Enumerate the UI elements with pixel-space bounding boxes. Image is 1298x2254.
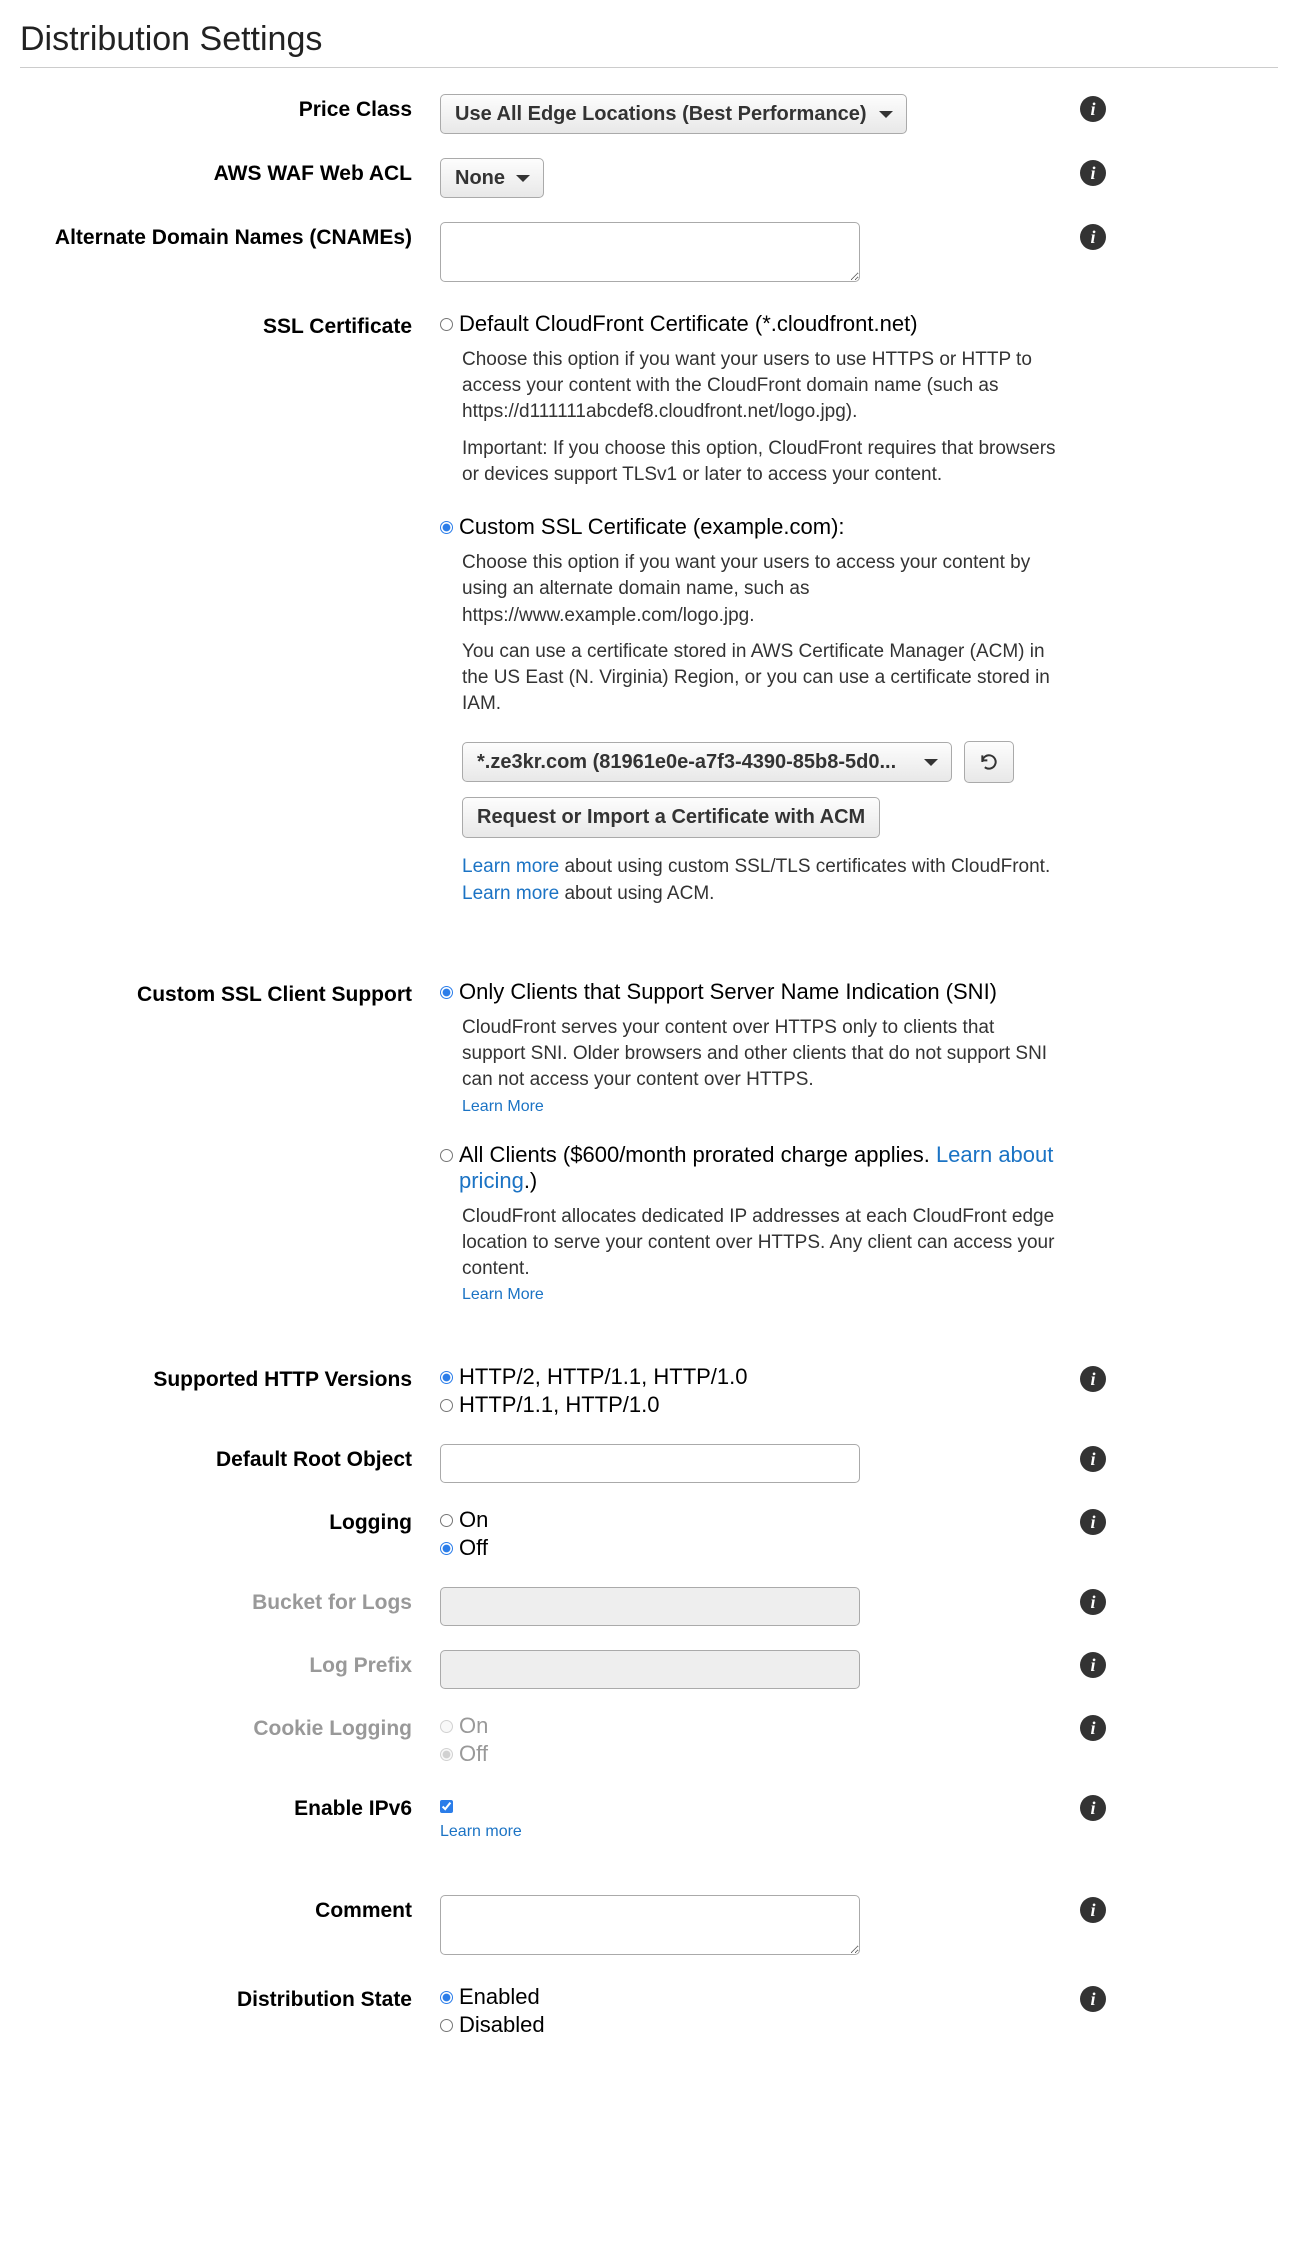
http-ver-label: Supported HTTP Versions [20, 1362, 440, 1392]
page-title: Distribution Settings [20, 20, 1278, 59]
ssl-default-help2: Important: If you choose this option, Cl… [462, 436, 1080, 488]
http11-text: HTTP/1.1, HTTP/1.0 [459, 1392, 660, 1418]
request-acm-button[interactable]: Request or Import a Certificate with ACM [462, 797, 880, 838]
info-icon[interactable] [1080, 160, 1106, 186]
sni-radio[interactable]: Only Clients that Support Server Name In… [440, 979, 1080, 1005]
http2-text: HTTP/2, HTTP/1.1, HTTP/1.0 [459, 1364, 748, 1390]
info-icon[interactable] [1080, 1715, 1106, 1741]
info-icon[interactable] [1080, 96, 1106, 122]
ipv6-checkbox[interactable] [440, 1793, 1080, 1813]
root-obj-input[interactable] [440, 1444, 860, 1483]
all-learn-link[interactable]: Learn More [462, 1286, 544, 1303]
ssl-cert-label: SSL Certificate [20, 309, 440, 339]
off-text: Off [459, 1741, 488, 1767]
ssl-client-label: Custom SSL Client Support [20, 977, 440, 1007]
ssl-default-help1: Choose this option if you want your user… [462, 347, 1080, 426]
ssl-learn2: Learn more about using ACM. [462, 881, 1080, 907]
divider [20, 67, 1278, 68]
dist-state-label: Distribution State [20, 1982, 440, 2012]
info-icon[interactable] [1080, 1589, 1106, 1615]
disabled-text: Disabled [459, 2012, 545, 2038]
info-icon[interactable] [1080, 1446, 1106, 1472]
off-text: Off [459, 1535, 488, 1561]
sni-help: CloudFront serves your content over HTTP… [462, 1015, 1080, 1094]
info-icon[interactable] [1080, 1509, 1106, 1535]
bucket-logs-label: Bucket for Logs [20, 1585, 440, 1615]
waf-select[interactable]: None [440, 158, 544, 198]
ssl-custom-text: Custom SSL Certificate (example.com): [459, 514, 845, 540]
on-text: On [459, 1713, 488, 1739]
info-icon[interactable] [1080, 1897, 1106, 1923]
ipv6-label: Enable IPv6 [20, 1791, 440, 1821]
all-help: CloudFront allocates dedicated IP addres… [462, 1204, 1080, 1283]
log-prefix-label: Log Prefix [20, 1648, 440, 1678]
enabled-text: Enabled [459, 1984, 540, 2010]
info-icon[interactable] [1080, 1986, 1106, 2012]
refresh-icon [979, 752, 999, 772]
cnames-label: Alternate Domain Names (CNAMEs) [20, 220, 440, 250]
cookie-log-label: Cookie Logging [20, 1711, 440, 1741]
logging-on-radio[interactable]: On [440, 1507, 1080, 1533]
state-enabled-radio[interactable]: Enabled [440, 1984, 1080, 2010]
sni-learn-link[interactable]: Learn More [462, 1098, 544, 1115]
info-icon[interactable] [1080, 1366, 1106, 1392]
root-obj-label: Default Root Object [20, 1442, 440, 1472]
on-text: On [459, 1507, 488, 1533]
refresh-button[interactable] [964, 741, 1014, 783]
sni-text: Only Clients that Support Server Name In… [459, 979, 997, 1005]
info-icon[interactable] [1080, 1795, 1106, 1821]
cert-select[interactable]: *.ze3kr.com (81961e0e-a7f3-4390-85b8-5d0… [462, 742, 952, 782]
cookie-off-radio: Off [440, 1741, 1080, 1767]
waf-label: AWS WAF Web ACL [20, 156, 440, 186]
cnames-input[interactable] [440, 222, 860, 282]
log-prefix-input [440, 1650, 860, 1689]
comment-label: Comment [20, 1893, 440, 1923]
learn-more-link[interactable]: Learn more [462, 856, 559, 877]
http11-radio[interactable]: HTTP/1.1, HTTP/1.0 [440, 1392, 1080, 1418]
all-clients-text: All Clients ($600/month prorated charge … [459, 1142, 1080, 1194]
http2-radio[interactable]: HTTP/2, HTTP/1.1, HTTP/1.0 [440, 1364, 1080, 1390]
ssl-default-radio[interactable]: Default CloudFront Certificate (*.cloudf… [440, 311, 1080, 337]
learn-more-link[interactable]: Learn more [462, 883, 559, 904]
logging-label: Logging [20, 1505, 440, 1535]
logging-off-radio[interactable]: Off [440, 1535, 1080, 1561]
state-disabled-radio[interactable]: Disabled [440, 2012, 1080, 2038]
ssl-custom-help2: You can use a certificate stored in AWS … [462, 639, 1080, 718]
all-clients-radio[interactable]: All Clients ($600/month prorated charge … [440, 1142, 1080, 1194]
info-icon[interactable] [1080, 224, 1106, 250]
cookie-on-radio: On [440, 1713, 1080, 1739]
ssl-learn1: Learn more about using custom SSL/TLS ce… [462, 854, 1080, 880]
comment-input[interactable] [440, 1895, 860, 1955]
ssl-custom-help1: Choose this option if you want your user… [462, 550, 1080, 629]
ssl-custom-radio[interactable]: Custom SSL Certificate (example.com): [440, 514, 1080, 540]
info-icon[interactable] [1080, 1652, 1106, 1678]
price-class-label: Price Class [20, 92, 440, 122]
price-class-select[interactable]: Use All Edge Locations (Best Performance… [440, 94, 907, 134]
ssl-default-text: Default CloudFront Certificate (*.cloudf… [459, 311, 918, 337]
ipv6-learn-link[interactable]: Learn more [440, 1823, 522, 1840]
bucket-logs-input [440, 1587, 860, 1626]
